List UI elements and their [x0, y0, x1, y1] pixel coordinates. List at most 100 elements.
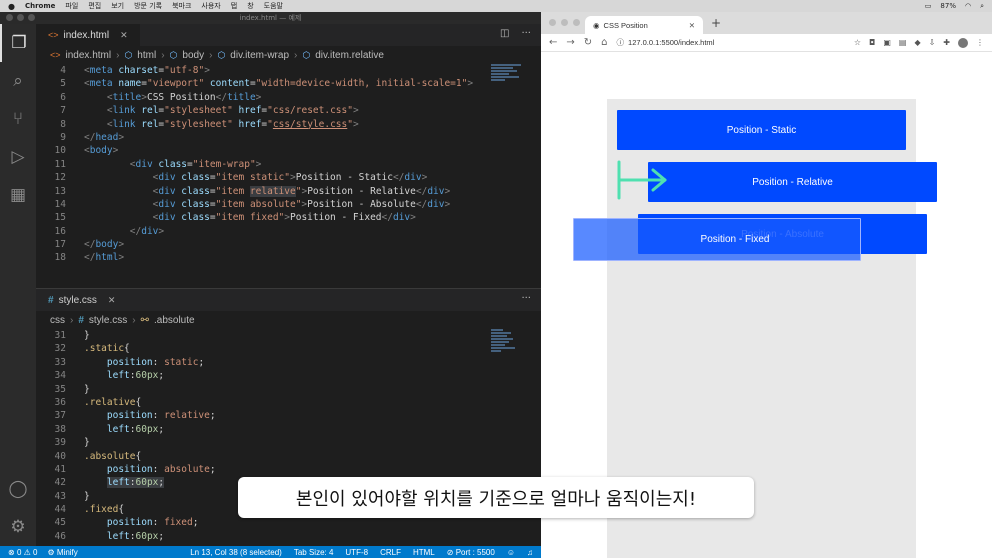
search-icon[interactable]: ⌕	[0, 62, 36, 100]
account-icon[interactable]: ◯	[0, 470, 36, 508]
extensions-icon[interactable]: ▦	[0, 176, 36, 214]
avatar[interactable]	[958, 37, 968, 48]
breadcrumb-item[interactable]: style.css	[89, 315, 127, 326]
code-text[interactable]: .relative{	[66, 396, 141, 409]
bookmark-star-icon[interactable]: ☆	[854, 38, 861, 48]
code-text[interactable]: left:60px;	[66, 423, 164, 436]
code-line[interactable]: 35}	[36, 383, 541, 396]
address-bar[interactable]: ⓘ 127.0.0.1:5500/index.html	[617, 37, 715, 48]
feedback-icon[interactable]: ☺	[507, 548, 515, 557]
breadcrumb-item[interactable]: css	[50, 315, 65, 326]
code-line[interactable]: 46 left:60px;	[36, 530, 541, 543]
tab-size[interactable]: Tab Size: 4	[294, 548, 334, 557]
menu-item[interactable]: 방문 기록	[134, 1, 162, 11]
code-text[interactable]: </html>	[66, 251, 124, 264]
info-icon[interactable]: ⓘ	[617, 37, 625, 48]
minimap[interactable]	[491, 329, 527, 389]
breadcrumb-item[interactable]: div.item-wrap	[230, 50, 289, 61]
minimize-window-button[interactable]	[17, 14, 24, 21]
new-tab-icon[interactable]: +	[711, 16, 721, 30]
close-tab-icon[interactable]: ✕	[689, 21, 695, 30]
code-text[interactable]: </body>	[66, 238, 124, 251]
code-line[interactable]: 45 position: fixed;	[36, 516, 541, 529]
code-text[interactable]: position: absolute;	[66, 463, 216, 476]
breadcrumb-item[interactable]: index.html	[66, 50, 112, 61]
tab-style-css[interactable]: # style.css ✕	[36, 289, 128, 311]
minimize-window-button[interactable]	[561, 19, 568, 26]
breadcrumb-item[interactable]: body	[182, 50, 204, 61]
code-line[interactable]: 12 <div class="item static">Position - S…	[36, 171, 541, 184]
code-text[interactable]: .absolute{	[66, 450, 141, 463]
minimap[interactable]	[491, 64, 527, 124]
code-line[interactable]: 13 <div class="item relative">Position -…	[36, 185, 541, 198]
source-control-icon[interactable]: ⑂	[0, 100, 36, 138]
explorer-icon[interactable]: ❐	[0, 24, 36, 62]
menu-item[interactable]: 파일	[65, 1, 78, 11]
code-text[interactable]: <meta charset="utf-8">	[66, 64, 210, 77]
code-text[interactable]: <div class="item fixed">Position - Fixed…	[66, 211, 416, 224]
code-line[interactable]: 5 <meta name="viewport" content="width=de…	[36, 77, 541, 90]
close-tab-icon[interactable]: ✕	[108, 295, 116, 306]
code-text[interactable]: }	[66, 383, 90, 396]
code-line[interactable]: 6 <title>CSS Position</title>	[36, 91, 541, 104]
code-line[interactable]: 8 <link rel="stylesheet" href="css/style…	[36, 118, 541, 131]
menu-item[interactable]: 편집	[88, 1, 101, 11]
code-line[interactable]: 9 </head>	[36, 131, 541, 144]
html-code-area[interactable]: 4 <meta charset="utf-8"> 5 <meta name="view…	[36, 64, 541, 265]
code-text[interactable]: position: relative;	[66, 409, 216, 422]
notifications-icon[interactable]: ♫	[527, 548, 533, 557]
code-text[interactable]: <meta name="viewport" content="width=dev…	[66, 77, 473, 90]
close-window-button[interactable]	[6, 14, 13, 21]
code-line[interactable]: 7 <link rel="stylesheet" href="css/reset…	[36, 104, 541, 117]
home-icon[interactable]: ⌂	[601, 37, 607, 48]
code-text[interactable]: </head>	[66, 131, 124, 144]
code-line[interactable]: 37 position: relative;	[36, 409, 541, 422]
download-icon[interactable]: ⇩	[929, 38, 936, 48]
code-line[interactable]: 38 left:60px;	[36, 423, 541, 436]
code-text[interactable]: <div class="item relative">Position - Re…	[66, 185, 450, 198]
line-ending[interactable]: CRLF	[380, 548, 401, 557]
menu-item[interactable]: 북마크	[172, 1, 191, 11]
wifi-icon[interactable]: ◠	[965, 2, 971, 11]
code-line[interactable]: 16 </div>	[36, 225, 541, 238]
code-text[interactable]: <div class="item-wrap">	[66, 158, 262, 171]
menu-item[interactable]: 창	[247, 1, 253, 11]
code-line[interactable]: 36 .relative{	[36, 396, 541, 409]
code-text[interactable]: left:60px;	[66, 369, 164, 382]
breadcrumb-item[interactable]: html	[137, 50, 156, 61]
breadcrumb-item[interactable]: .absolute	[154, 315, 195, 326]
extension-icon[interactable]: ▣	[883, 38, 891, 48]
reload-icon[interactable]: ↻	[584, 37, 592, 48]
close-window-button[interactable]	[549, 19, 556, 26]
code-text[interactable]: <div class="item absolute">Position - Ab…	[66, 198, 451, 211]
code-line[interactable]: 41 position: absolute;	[36, 463, 541, 476]
menu-app-name[interactable]: Chrome	[25, 2, 55, 10]
code-text[interactable]: <body>	[66, 144, 118, 157]
code-text[interactable]: }	[66, 490, 90, 503]
code-line[interactable]: 14 <div class="item absolute">Position -…	[36, 198, 541, 211]
code-line[interactable]: 11 <div class="item-wrap">	[36, 158, 541, 171]
code-text[interactable]: left:60px;	[66, 530, 164, 543]
back-icon[interactable]: ←	[549, 37, 557, 48]
more-actions-icon[interactable]: ···	[521, 293, 531, 304]
zoom-window-button[interactable]	[573, 19, 580, 26]
tab-index-html[interactable]: <> index.html ✕	[36, 24, 140, 46]
code-line[interactable]: 18 </html>	[36, 251, 541, 264]
code-line[interactable]: 32 .static{	[36, 342, 541, 355]
search-icon[interactable]: ⌕	[980, 2, 984, 11]
menu-item[interactable]: 사용자	[201, 1, 220, 11]
code-line[interactable]: 39}	[36, 436, 541, 449]
close-tab-icon[interactable]: ✕	[120, 30, 128, 41]
breadcrumb-item[interactable]: div.item.relative	[315, 50, 384, 61]
extension-icon[interactable]: ◆	[914, 38, 920, 48]
battery-icon[interactable]: ▭	[925, 2, 932, 11]
menu-item[interactable]: 탭	[231, 1, 237, 11]
code-text[interactable]: .fixed{	[66, 503, 124, 516]
extension-icon[interactable]: ▤	[899, 38, 907, 48]
code-text[interactable]: }	[66, 436, 90, 449]
code-text[interactable]: <link rel="stylesheet" href="css/reset.c…	[66, 104, 359, 117]
screenshot-icon[interactable]: ◘	[869, 38, 875, 48]
code-line[interactable]: 4 <meta charset="utf-8">	[36, 64, 541, 77]
code-text[interactable]: <title>CSS Position</title>	[66, 91, 262, 104]
code-text[interactable]: left:60px;	[66, 476, 165, 489]
